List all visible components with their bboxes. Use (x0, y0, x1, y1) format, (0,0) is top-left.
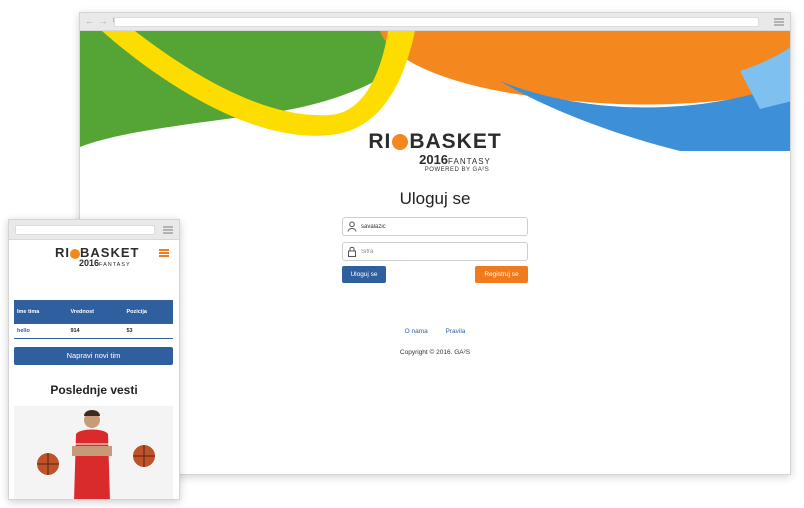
team-link[interactable]: hello (17, 328, 30, 334)
username-input[interactable] (361, 220, 521, 233)
news-image[interactable] (14, 406, 173, 499)
logo-word-ri: RI (368, 130, 392, 153)
login-title: Uloguj se (399, 189, 471, 208)
browser-toolbar: ← → ↻ (80, 13, 790, 31)
col-team-name[interactable]: Ime tima (14, 300, 68, 324)
new-team-button[interactable]: Napravi novi tim (14, 347, 173, 365)
user-icon (347, 221, 357, 232)
mobile-menu-icon[interactable] (159, 249, 169, 257)
col-position[interactable]: Pozicija (123, 300, 173, 324)
copyright-text: Copyright © 2016. GA²S (399, 349, 471, 356)
mobile-browser-toolbar (9, 220, 179, 240)
register-button[interactable]: Registruj se (475, 266, 528, 283)
desktop-browser-window: ← → ↻ RI BASKET 2016FANTASY POWERED BY GA… (79, 12, 791, 475)
cell-position: 53 (123, 324, 173, 339)
login-button[interactable]: Uloguj se (342, 266, 386, 283)
table-header-row: Ime tima Vrednost Pozicija (14, 300, 173, 324)
cell-team-name: hello (14, 324, 68, 339)
col-value[interactable]: Vrednost (67, 300, 124, 324)
lock-icon (348, 246, 356, 257)
browser-menu-icon[interactable] (774, 18, 784, 26)
riobasket-logo: RI BASKET 2016FANTASY POWERED BY GA²S (80, 130, 790, 173)
news-title: Poslednje vesti (50, 383, 138, 397)
logo-year: 2016 (419, 152, 449, 167)
footer-links: O nama Pravila (80, 328, 790, 335)
cell-value: 914 (67, 324, 124, 339)
username-field[interactable] (342, 217, 528, 236)
logo-fantasy: FANTASY (448, 157, 491, 166)
footer-link-about[interactable]: O nama (405, 328, 428, 335)
password-field[interactable] (342, 242, 528, 261)
teams-table: Ime tima Vrednost Pozicija hello 914 53 (14, 300, 173, 339)
mobile-logo-fantasy: FANTASY (99, 262, 131, 268)
mobile-riobasket-logo: RI BASKET 2016FANTASY (55, 245, 139, 268)
mobile-browser-window: RI BASKET 2016FANTASY Ime tima Vrednost P… (8, 219, 180, 500)
mobile-logo-word-ri: RI (55, 245, 70, 260)
password-input[interactable] (361, 245, 521, 258)
player-illustration (14, 406, 173, 499)
address-bar[interactable] (114, 17, 759, 27)
powered-by-text: POWERED BY GA²S (424, 167, 490, 173)
basketball-icon (392, 134, 409, 151)
mobile-logo-year: 2016 (79, 258, 100, 268)
table-row[interactable]: hello 914 53 (14, 324, 173, 339)
mobile-address-bar[interactable] (15, 225, 155, 235)
footer-link-rules[interactable]: Pravila (446, 328, 466, 335)
mobile-browser-menu-icon[interactable] (163, 226, 173, 234)
logo-word-basket: BASKET (409, 130, 502, 153)
